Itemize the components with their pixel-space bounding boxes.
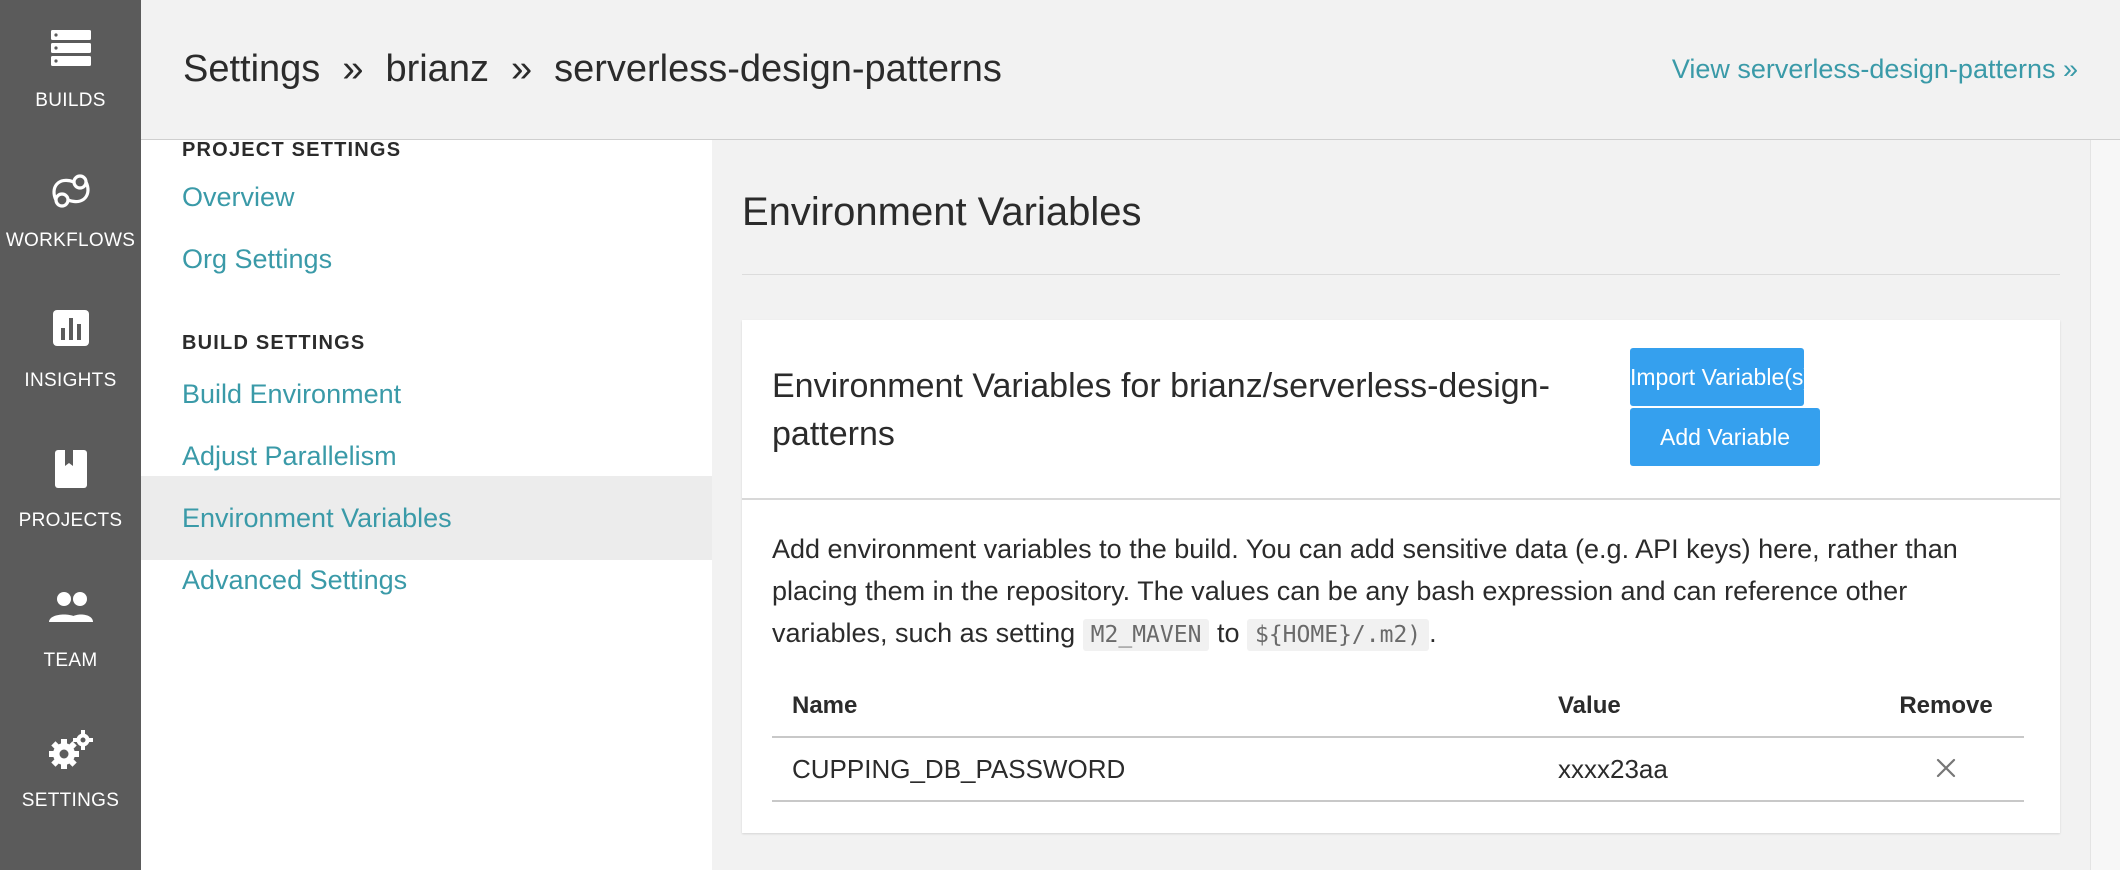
builds-icon	[0, 28, 141, 74]
breadcrumb-separator: »	[510, 48, 533, 90]
table-header-row: Name Value Remove	[772, 676, 2024, 738]
card-title: Environment Variables for brianz/serverl…	[772, 367, 1550, 453]
code-m2-maven: M2_MAVEN	[1082, 619, 1210, 651]
card-header: Environment Variables for brianz/serverl…	[742, 320, 2060, 500]
settings-sidebar: PROJECT SETTINGS Overview Org Settings B…	[141, 140, 712, 870]
code-home-m2: ${HOME}/.m2)	[1246, 619, 1430, 651]
rail-label-settings: SETTINGS	[21, 790, 120, 811]
column-header-remove: Remove	[1868, 676, 2024, 738]
breadcrumb: Settings » brianz » serverless-design-patter…	[183, 48, 1002, 91]
insights-icon	[0, 308, 141, 354]
rail-label-builds: BUILDS	[35, 90, 106, 111]
add-variable-button[interactable]: Add Variable	[1630, 408, 1820, 466]
rail-label-projects: PROJECTS	[18, 510, 123, 531]
page-header: Settings » brianz » serverless-design-patter…	[141, 0, 2120, 140]
scrollbar-track[interactable]	[2090, 140, 2120, 870]
rail-item-builds[interactable]: BUILDS	[0, 0, 141, 140]
page-title: Environment Variables	[742, 190, 1142, 234]
rail-item-settings[interactable]: SETTINGS	[0, 700, 141, 840]
env-vars-table: Name Value Remove CUPPING_DB_PASSWORD xx…	[772, 676, 2024, 802]
env-var-name: CUPPING_DB_PASSWORD	[772, 737, 1538, 802]
breadcrumb-separator: »	[342, 48, 364, 90]
env-vars-card: Environment Variables for brianz/serverl…	[742, 320, 2060, 833]
import-variables-button[interactable]: Import Variable(s)	[1630, 348, 1811, 406]
rail-item-insights[interactable]: INSIGHTS	[0, 280, 141, 420]
icon-rail: BUILDS WORKFLOWS INSIGHTS PROJECTS TEAM …	[0, 0, 141, 870]
rail-label-insights: INSIGHTS	[24, 370, 117, 391]
breadcrumb-project[interactable]: serverless-design-patterns	[554, 48, 1002, 90]
sidebar-item-advanced-settings[interactable]: Advanced Settings	[141, 538, 712, 622]
rail-label-workflows: WORKFLOWS	[5, 230, 136, 251]
table-row: CUPPING_DB_PASSWORD xxxx23aa	[772, 737, 2024, 802]
rail-item-team[interactable]: TEAM	[0, 560, 141, 700]
projects-icon	[0, 448, 141, 494]
workflows-icon	[0, 168, 141, 214]
env-var-value: xxxx23aa	[1538, 737, 1868, 802]
section-title-text: BUILD SETTINGS	[182, 332, 366, 354]
card-description: Add environment variables to the build. …	[772, 528, 2022, 656]
view-project-link[interactable]: View serverless-design-patterns »	[1672, 54, 2078, 85]
main-content: Environment Variables Environment Variab…	[712, 140, 2090, 870]
description-text: to	[1209, 618, 1247, 648]
remove-cell	[1868, 737, 2024, 802]
team-icon	[0, 588, 141, 634]
section-title-build-settings: BUILD SETTINGS	[182, 333, 365, 353]
app-window: BUILDS WORKFLOWS INSIGHTS PROJECTS TEAM …	[0, 0, 2120, 870]
rail-label-team: TEAM	[43, 650, 98, 671]
title-divider	[742, 274, 2060, 275]
rail-item-workflows[interactable]: WORKFLOWS	[0, 140, 141, 280]
rail-item-projects[interactable]: PROJECTS	[0, 420, 141, 560]
column-header-name: Name	[772, 676, 1538, 738]
description-text: .	[1429, 618, 1437, 648]
breadcrumb-settings[interactable]: Settings	[183, 48, 320, 90]
column-header-value: Value	[1538, 676, 1868, 738]
sidebar-item-org-settings[interactable]: Org Settings	[141, 217, 712, 301]
close-icon[interactable]	[1936, 754, 1956, 785]
breadcrumb-org[interactable]: brianz	[385, 48, 489, 90]
settings-icon	[0, 728, 141, 774]
